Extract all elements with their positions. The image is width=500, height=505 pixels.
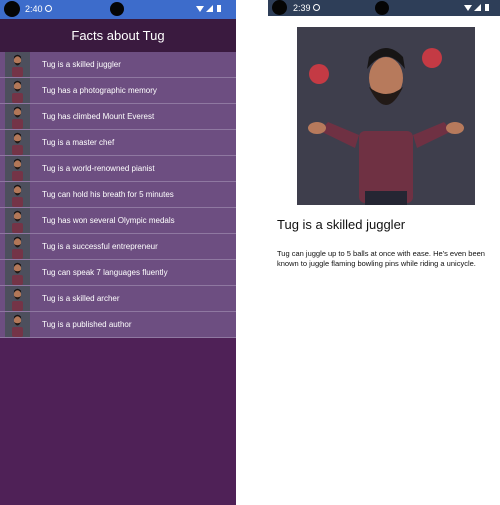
notch-camera <box>375 1 389 15</box>
fact-label: Tug is a published author <box>42 320 132 329</box>
fact-list-item[interactable]: Tug is a skilled juggler <box>0 52 236 78</box>
detail-description: Tug can juggle up to 5 balls at once wit… <box>277 249 485 268</box>
battery-icon <box>217 5 221 12</box>
bearded-man-thumbnail-icon <box>5 234 30 259</box>
fact-list-item[interactable]: Tug has a photographic memory <box>0 78 236 104</box>
bearded-man-thumbnail-icon <box>5 104 30 129</box>
list-screen: 2:40 Facts about Tug Tug is a skilled ju… <box>0 0 236 505</box>
wifi-icon <box>196 6 204 12</box>
settings-gear-icon <box>313 4 320 11</box>
fact-list-item[interactable]: Tug can hold his breath for 5 minutes <box>0 182 236 208</box>
fact-label: Tug has climbed Mount Everest <box>42 112 155 121</box>
bearded-man-thumbnail-icon <box>5 286 30 311</box>
app-bar: Facts about Tug <box>0 19 236 52</box>
fact-list-item[interactable]: Tug can speak 7 languages fluently <box>0 260 236 286</box>
settings-gear-icon <box>45 5 52 12</box>
status-time: 2:39 <box>293 3 311 13</box>
fact-label: Tug is a skilled archer <box>42 294 120 303</box>
facts-list: Tug is a skilled juggler Tug has a photog… <box>0 52 236 338</box>
system-status-icons <box>196 5 221 12</box>
screen-divider <box>236 0 268 505</box>
system-status-icons <box>464 4 489 11</box>
juggler-photo <box>297 27 475 205</box>
bearded-man-thumbnail-icon <box>5 52 30 77</box>
bearded-man-thumbnail-icon <box>5 260 30 285</box>
front-camera <box>4 1 20 17</box>
bearded-man-thumbnail-icon <box>5 312 30 337</box>
status-bar-detail: 2:39 <box>268 0 500 16</box>
fact-list-item[interactable]: Tug has climbed Mount Everest <box>0 104 236 130</box>
fact-label: Tug has a photographic memory <box>42 86 157 95</box>
fact-label: Tug has won several Olympic medals <box>42 216 175 225</box>
bearded-man-thumbnail-icon <box>5 208 30 233</box>
wifi-icon <box>464 5 472 11</box>
juggling-ball-right <box>422 48 442 68</box>
fact-label: Tug is a skilled juggler <box>42 60 121 69</box>
signal-icon <box>206 5 213 12</box>
juggling-ball-left <box>309 64 329 84</box>
bearded-man-thumbnail-icon <box>5 130 30 155</box>
fact-label: Tug can hold his breath for 5 minutes <box>42 190 174 199</box>
fact-list-item[interactable]: Tug is a world-renowned pianist <box>0 156 236 182</box>
fact-list-item[interactable]: Tug is a skilled archer <box>0 286 236 312</box>
bearded-man-thumbnail-icon <box>5 182 30 207</box>
notch-camera <box>110 2 124 16</box>
fact-list-item[interactable]: Tug has won several Olympic medals <box>0 208 236 234</box>
fact-list-item[interactable]: Tug is a published author <box>0 312 236 338</box>
detail-title: Tug is a skilled juggler <box>277 217 406 232</box>
page-title: Facts about Tug <box>71 28 165 43</box>
fact-list-item[interactable]: Tug is a successful entrepreneur <box>0 234 236 260</box>
status-time: 2:40 <box>25 4 43 14</box>
fact-label: Tug can speak 7 languages fluently <box>42 268 168 277</box>
bearded-man-juggling-illustration <box>297 27 475 205</box>
front-camera <box>272 0 287 15</box>
bearded-man-thumbnail-icon <box>5 156 30 181</box>
fact-label: Tug is a master chef <box>42 138 115 147</box>
fact-list-item[interactable]: Tug is a master chef <box>0 130 236 156</box>
fact-label: Tug is a successful entrepreneur <box>42 242 158 251</box>
bearded-man-thumbnail-icon <box>5 78 30 103</box>
signal-icon <box>474 4 481 11</box>
detail-screen: 2:39 Tug is a skilled juggler Tug can ju… <box>268 0 500 505</box>
status-bar: 2:40 <box>0 0 236 19</box>
battery-icon <box>485 4 489 11</box>
fact-label: Tug is a world-renowned pianist <box>42 164 155 173</box>
